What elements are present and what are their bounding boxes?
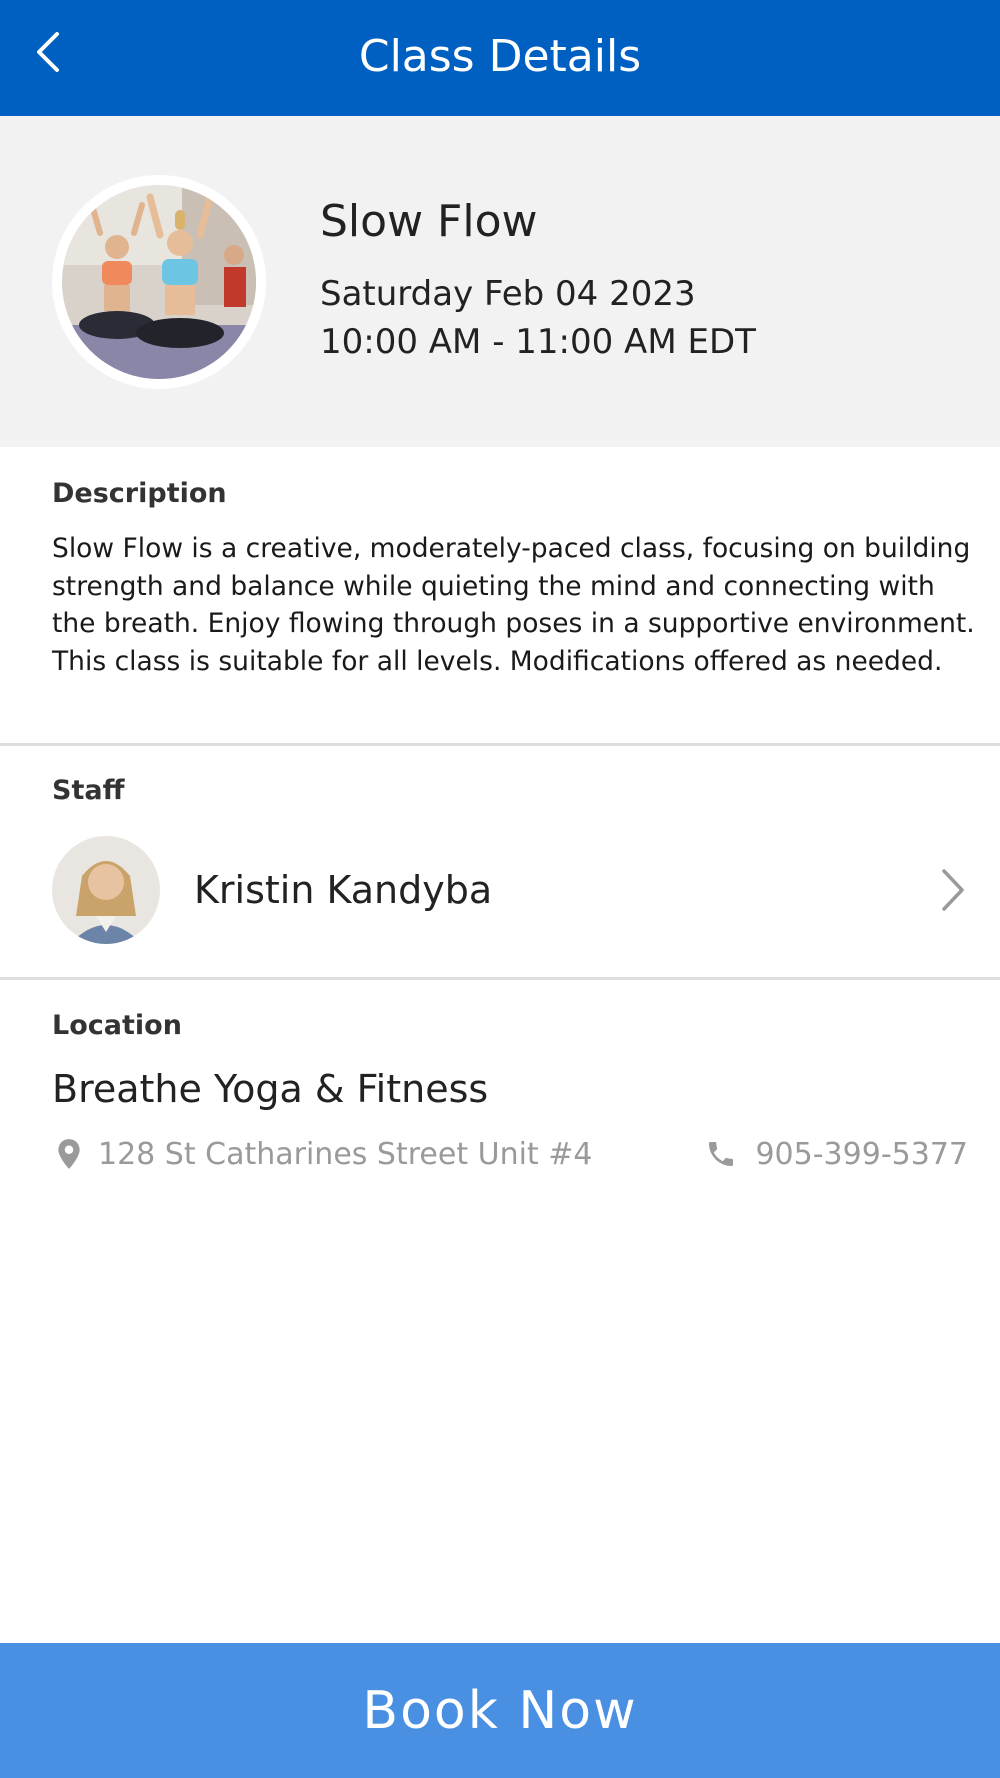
location-phone[interactable]: 905-399-5377 <box>705 1132 968 1176</box>
class-time: 10:00 AM - 11:00 AM EDT <box>320 322 756 362</box>
class-description: Slow Flow is a creative, moderately-pace… <box>52 533 975 677</box>
page-title: Class Details <box>358 31 642 82</box>
class-image <box>52 175 266 389</box>
description-label: Description <box>52 478 227 509</box>
divider <box>0 743 1000 746</box>
staff-row[interactable]: Kristin Kandyba <box>0 830 1000 950</box>
class-name: Slow Flow <box>320 196 538 247</box>
location-address[interactable]: 128 St Catharines Street Unit #4 <box>52 1132 592 1176</box>
staff-label: Staff <box>52 775 125 806</box>
staff-photo-illustration <box>52 836 160 944</box>
staff-avatar <box>52 836 160 944</box>
class-photo-illustration <box>62 185 256 379</box>
location-label: Location <box>52 1010 182 1041</box>
staff-name: Kristin Kandyba <box>194 868 493 912</box>
divider <box>0 977 1000 980</box>
class-date: Saturday Feb 04 2023 <box>320 274 696 314</box>
phone-icon <box>709 1142 734 1166</box>
chevron-right-icon <box>942 869 964 911</box>
map-pin-icon <box>58 1139 80 1169</box>
phone-text: 905-399-5377 <box>755 1136 968 1172</box>
address-text: 128 St Catharines Street Unit #4 <box>98 1136 593 1172</box>
book-now-button[interactable]: Book Now <box>0 1643 1000 1778</box>
location-name: Breathe Yoga & Fitness <box>52 1067 489 1111</box>
top-bar: Class Details <box>0 0 1000 116</box>
class-hero: Slow Flow Saturday Feb 04 2023 10:00 AM … <box>0 116 1000 447</box>
